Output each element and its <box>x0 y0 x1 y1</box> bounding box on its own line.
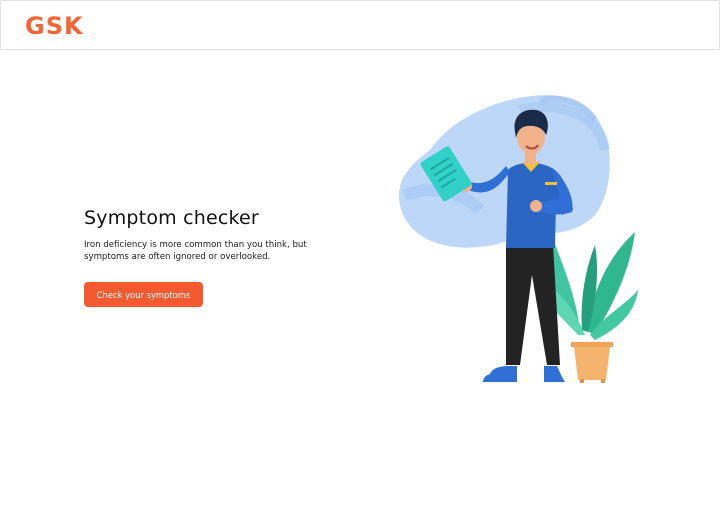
hero-text: Symptom checker Iron deficiency is more … <box>84 206 354 263</box>
doctor-illustration <box>399 95 638 383</box>
check-symptoms-button[interactable]: Check your symptoms <box>84 282 203 307</box>
hero-description: Iron deficiency is more common than you … <box>84 240 307 262</box>
page: GSK Symptom checker Iron deficiency is m… <box>0 0 720 512</box>
page-title: Symptom checker <box>84 207 259 229</box>
site-header: GSK <box>0 0 720 50</box>
gsk-logo[interactable]: GSK <box>25 13 84 39</box>
